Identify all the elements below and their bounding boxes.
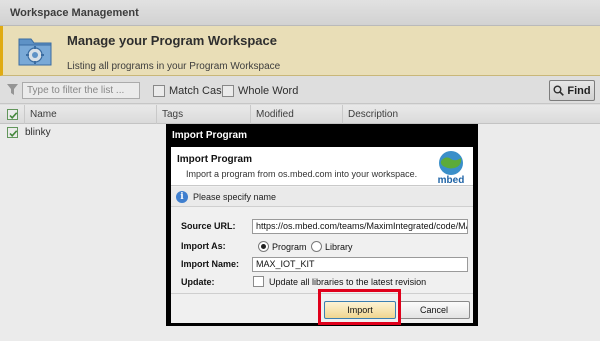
import-as-label: Import As: [181, 241, 226, 251]
mbed-logo: mbed [438, 151, 465, 185]
info-strip: i Please specify name [171, 187, 473, 207]
radio-library-label: Library [325, 242, 353, 252]
mbed-logo-text: mbed [438, 175, 465, 185]
update-libraries-checkbox[interactable] [253, 276, 264, 287]
radio-program-label: Program [272, 242, 307, 252]
cancel-button[interactable]: Cancel [398, 301, 470, 319]
dialog-header: Import Program Import a program from os.… [171, 147, 473, 186]
radio-program[interactable] [258, 241, 269, 252]
radio-library[interactable] [311, 241, 322, 252]
source-url-field[interactable]: https://os.mbed.com/teams/MaximIntegrate… [252, 219, 468, 234]
source-url-label: Source URL: [181, 221, 236, 231]
update-label: Update: [181, 277, 215, 287]
info-icon: i [176, 191, 188, 203]
import-button-highlight [318, 289, 401, 325]
info-text: Please specify name [193, 192, 277, 202]
dialog-description: Import a program from os.mbed.com into y… [186, 169, 418, 179]
import-name-field[interactable]: MAX_IOT_KIT [252, 257, 468, 272]
import-name-label: Import Name: [181, 259, 240, 269]
dialog-heading: Import Program [177, 154, 253, 165]
update-libraries-label: Update all libraries to the latest revis… [269, 277, 427, 287]
dialog-title: Import Program [167, 125, 477, 145]
